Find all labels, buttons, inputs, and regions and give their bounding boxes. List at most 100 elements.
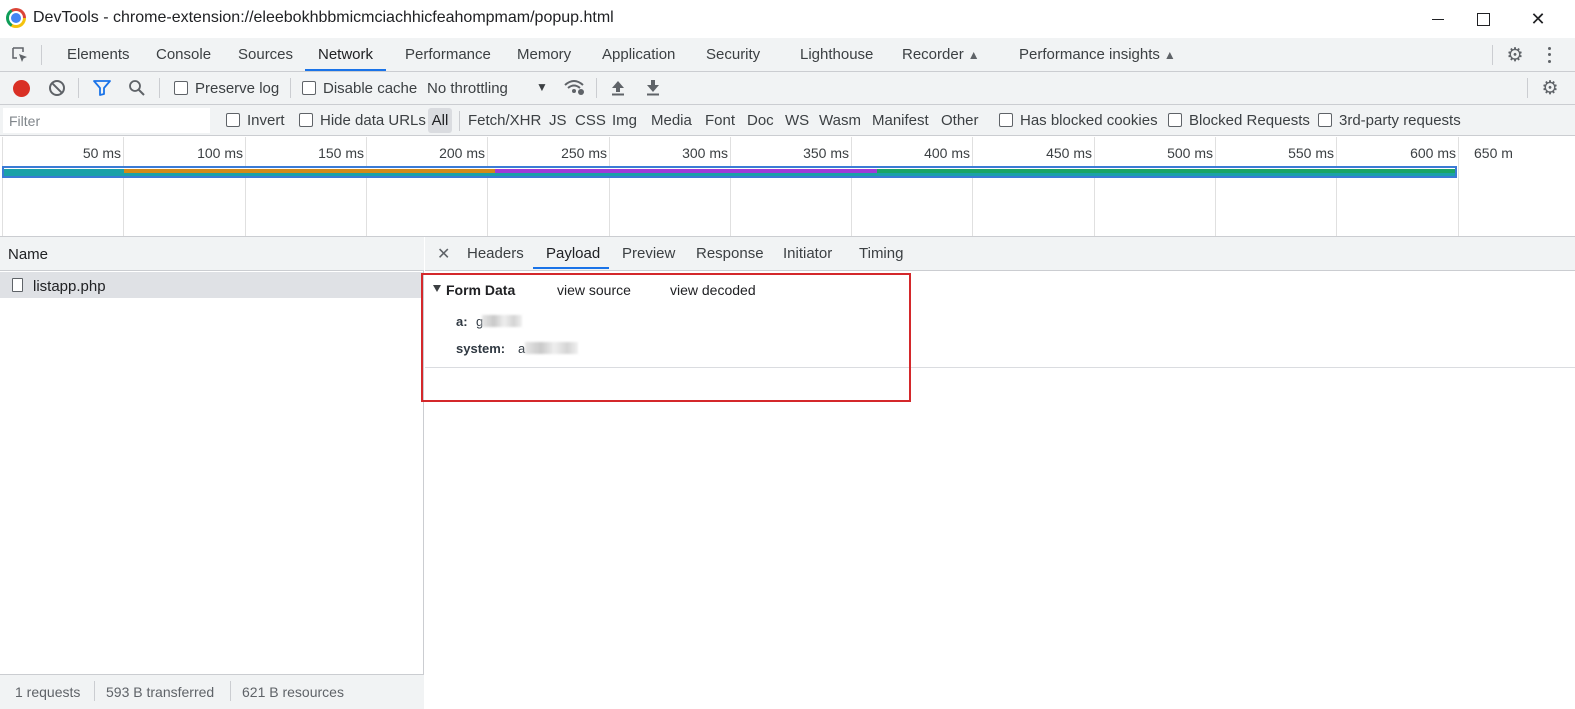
resources-size: 621 B resources [242, 684, 344, 700]
timeline-overview[interactable]: 50 ms 100 ms 150 ms 200 ms 250 ms 300 ms 350 m… [0, 137, 1575, 237]
separator [1492, 45, 1493, 65]
blocked-requests-label: Blocked Requests [1189, 112, 1310, 129]
inspect-element-icon[interactable] [11, 46, 29, 64]
filter-input[interactable] [3, 108, 210, 133]
chrome-logo-icon [6, 8, 26, 28]
timeline-tick-label: 150 ms [318, 145, 364, 161]
tab-memory[interactable]: Memory [517, 38, 571, 71]
throttling-select[interactable]: No throttling [427, 80, 508, 97]
tab-headers[interactable]: Headers [467, 245, 524, 262]
tab-response[interactable]: Response [696, 245, 764, 262]
filter-type-all[interactable]: All [428, 108, 452, 133]
disable-cache-label: Disable cache [323, 80, 418, 97]
preserve-log-checkbox[interactable] [174, 81, 188, 95]
timeline-tick-label: 650 m [1474, 145, 1513, 161]
view-decoded-link[interactable]: view decoded [670, 282, 756, 298]
filter-type-img[interactable]: Img [612, 112, 637, 129]
blocked-requests-checkbox[interactable] [1168, 113, 1182, 127]
separator [94, 681, 95, 701]
export-har-download-icon[interactable] [645, 79, 661, 96]
window-title: DevTools - chrome-extension://eleebokhbb… [33, 9, 614, 26]
timeline-gridline [730, 137, 731, 236]
title-bar: DevTools - chrome-extension://eleebokhbb… [0, 0, 1575, 38]
tab-sources[interactable]: Sources [238, 38, 293, 71]
network-conditions-wifi-icon[interactable] [563, 78, 585, 96]
tab-console[interactable]: Console [156, 38, 211, 71]
third-party-requests-checkbox[interactable] [1318, 113, 1332, 127]
timeline-tick-label: 550 ms [1288, 145, 1334, 161]
filter-funnel-icon[interactable] [93, 80, 111, 96]
close-window-button[interactable]: ✕ [1515, 0, 1561, 38]
tab-lighthouse[interactable]: Lighthouse [800, 38, 873, 71]
tab-network[interactable]: Network [304, 38, 387, 71]
filter-type-media[interactable]: Media [651, 112, 692, 129]
filter-type-font[interactable]: Font [705, 112, 735, 129]
has-blocked-cookies-checkbox[interactable] [999, 113, 1013, 127]
tab-elements[interactable]: Elements [67, 38, 130, 71]
filter-type-css[interactable]: CSS [575, 112, 606, 129]
clear-icon[interactable] [49, 80, 65, 96]
timeline-tick-label: 400 ms [924, 145, 970, 161]
request-list-panel [0, 237, 424, 709]
filter-type-manifest[interactable]: Manifest [872, 112, 929, 129]
separator [230, 681, 231, 701]
redacted-value-blur [525, 342, 578, 354]
chevron-down-icon[interactable]: ▼ [536, 80, 548, 94]
timeline-gridline [851, 137, 852, 236]
more-options-icon[interactable] [1544, 45, 1554, 65]
redacted-value-blur [482, 315, 522, 327]
tab-application[interactable]: Application [602, 38, 675, 71]
tab-payload[interactable]: Payload [546, 245, 600, 262]
form-field-key: a: [456, 314, 468, 329]
name-column-header[interactable] [0, 237, 424, 271]
filter-type-ws[interactable]: WS [785, 112, 809, 129]
hide-data-urls-checkbox[interactable] [299, 113, 313, 127]
tab-security[interactable]: Security [706, 38, 760, 71]
timeline-tick-label: 450 ms [1046, 145, 1092, 161]
minimize-button[interactable] [1415, 0, 1461, 38]
maximize-icon [1476, 12, 1490, 26]
preserve-log-label: Preserve log [195, 80, 280, 97]
filter-type-other[interactable]: Other [941, 112, 979, 129]
timeline-gridline [1458, 137, 1459, 236]
maximize-button[interactable] [1460, 0, 1506, 38]
timeline-tick-label: 200 ms [439, 145, 485, 161]
timeline-gridline [245, 137, 246, 236]
separator [41, 45, 42, 65]
filter-type-doc[interactable]: Doc [747, 112, 774, 129]
close-details-icon[interactable]: ✕ [437, 244, 450, 264]
network-settings-gear-icon[interactable]: ⚙ [1540, 78, 1560, 99]
timeline-gridline [487, 137, 488, 236]
settings-gear-icon[interactable]: ⚙ [1505, 45, 1525, 66]
tab-recorder[interactable]: Recorder ▲ [902, 38, 980, 71]
request-count: 1 requests [15, 684, 81, 700]
record-button[interactable] [13, 80, 30, 97]
tab-performance[interactable]: Performance [405, 38, 491, 71]
invert-checkbox[interactable] [226, 113, 240, 127]
timeline-tick-label: 100 ms [197, 145, 243, 161]
timeline-segment-base [4, 173, 1455, 176]
filter-type-wasm[interactable]: Wasm [819, 112, 861, 129]
search-icon[interactable] [128, 79, 146, 97]
close-icon: ✕ [1530, 8, 1546, 29]
timeline-gridline [609, 137, 610, 236]
tab-initiator[interactable]: Initiator [783, 245, 832, 262]
timeline-tick-label: 250 ms [561, 145, 607, 161]
separator [459, 111, 460, 131]
filter-type-js[interactable]: JS [549, 112, 567, 129]
active-tab-indicator [533, 267, 609, 269]
timeline-tick-label: 500 ms [1167, 145, 1213, 161]
view-source-link[interactable]: view source [557, 282, 631, 298]
invert-label: Invert [247, 112, 285, 129]
disable-cache-checkbox[interactable] [302, 81, 316, 95]
separator [1527, 78, 1528, 98]
tab-timing[interactable]: Timing [859, 245, 903, 262]
experiment-flask-icon: ▲ [967, 48, 980, 62]
tab-preview[interactable]: Preview [622, 245, 675, 262]
tab-performance-insights[interactable]: Performance insights ▲ [1019, 38, 1176, 71]
form-data-title[interactable]: Form Data [446, 282, 515, 298]
timeline-gridline [123, 137, 124, 236]
filter-type-fetch-xhr[interactable]: Fetch/XHR [468, 112, 541, 129]
expand-triangle-icon[interactable] [433, 285, 441, 292]
import-har-upload-icon[interactable] [610, 79, 626, 96]
